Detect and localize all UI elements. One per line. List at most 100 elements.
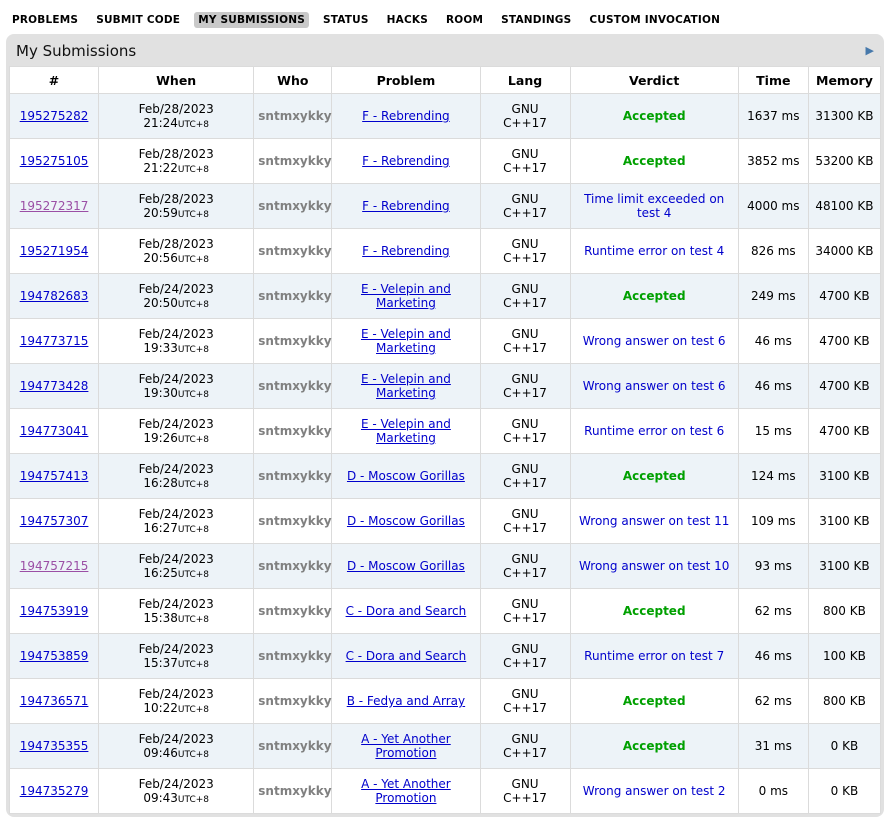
submission-row: 194757215 Feb/24/202316:25UTC+8 sntmxykk…: [10, 544, 881, 589]
submission-author-link[interactable]: sntmxykky: [258, 334, 331, 348]
submission-verdict-cell: Accepted: [570, 724, 738, 769]
submission-author-link[interactable]: sntmxykky: [258, 109, 331, 123]
submission-author-link[interactable]: sntmxykky: [258, 694, 331, 708]
submission-when-cell: Feb/24/202316:27UTC+8: [99, 499, 254, 544]
problem-link[interactable]: F - Rebrending: [362, 244, 450, 258]
submission-id-link[interactable]: 195271954: [20, 244, 89, 258]
nav-item-hacks[interactable]: HACKS: [383, 12, 432, 28]
nav-item-my-submissions[interactable]: MY SUBMISSIONS: [194, 12, 309, 28]
submission-author-link[interactable]: sntmxykky: [258, 559, 331, 573]
submission-author-cell: sntmxykky: [254, 364, 332, 409]
submission-when-cell: Feb/28/202320:59UTC+8: [99, 184, 254, 229]
submission-author-cell: sntmxykky: [254, 139, 332, 184]
problem-link[interactable]: F - Rebrending: [362, 109, 450, 123]
submission-id-link[interactable]: 194753919: [20, 604, 89, 618]
submission-author-cell: sntmxykky: [254, 634, 332, 679]
problem-link[interactable]: C - Dora and Search: [346, 649, 467, 663]
problem-link[interactable]: D - Moscow Gorillas: [347, 469, 465, 483]
nav-item-status[interactable]: STATUS: [319, 12, 373, 28]
submission-problem-cell: F - Rebrending: [332, 229, 480, 274]
submission-verdict-cell: Runtime error on test 4: [570, 229, 738, 274]
submission-id-link[interactable]: 194753859: [20, 649, 89, 663]
collapse-arrow-icon[interactable]: ▶: [866, 45, 874, 56]
submission-lang: GNU C++17: [499, 462, 551, 490]
column-header-time: Time: [738, 67, 808, 94]
problem-link[interactable]: F - Rebrending: [362, 199, 450, 213]
submission-row: 194757413 Feb/24/202316:28UTC+8 sntmxykk…: [10, 454, 881, 499]
submission-id-link[interactable]: 194735279: [20, 784, 89, 798]
submission-id-link[interactable]: 194735355: [20, 739, 89, 753]
submission-problem-cell: F - Rebrending: [332, 139, 480, 184]
submission-time-of-day: 16:27: [143, 521, 178, 535]
problem-link[interactable]: B - Fedya and Array: [347, 694, 465, 708]
submission-author-link[interactable]: sntmxykky: [258, 784, 331, 798]
submission-id-link[interactable]: 194736571: [20, 694, 89, 708]
submission-date: Feb/24/2023: [139, 282, 214, 296]
submission-problem-cell: A - Yet Another Promotion: [332, 769, 480, 814]
submission-row: 194773715 Feb/24/202319:33UTC+8 sntmxykk…: [10, 319, 881, 364]
submission-author-link[interactable]: sntmxykky: [258, 514, 331, 528]
submission-exec-time-cell: 1637 ms: [738, 94, 808, 139]
submission-row: 194735355 Feb/24/202309:46UTC+8 sntmxykk…: [10, 724, 881, 769]
column-header-verdict: Verdict: [570, 67, 738, 94]
submission-problem-cell: D - Moscow Gorillas: [332, 454, 480, 499]
submission-author-link[interactable]: sntmxykky: [258, 604, 331, 618]
submission-problem-cell: A - Yet Another Promotion: [332, 724, 480, 769]
submission-id-link[interactable]: 195275282: [20, 109, 89, 123]
submission-date: Feb/24/2023: [139, 417, 214, 431]
nav-item-room[interactable]: ROOM: [442, 12, 487, 28]
submission-time-of-day: 21:22: [143, 161, 178, 175]
submission-verdict: Accepted: [623, 604, 686, 618]
submission-author-link[interactable]: sntmxykky: [258, 379, 331, 393]
submission-lang: GNU C++17: [499, 147, 551, 175]
submission-id-cell: 194757307: [10, 499, 99, 544]
submission-author-cell: sntmxykky: [254, 454, 332, 499]
submission-author-link[interactable]: sntmxykky: [258, 199, 331, 213]
submission-exec-time-cell: 46 ms: [738, 634, 808, 679]
nav-item-standings[interactable]: STANDINGS: [497, 12, 575, 28]
submission-id-link[interactable]: 194757215: [20, 559, 89, 573]
submission-id-link[interactable]: 194773715: [20, 334, 89, 348]
submission-id-link[interactable]: 195275105: [20, 154, 89, 168]
problem-link[interactable]: F - Rebrending: [362, 154, 450, 168]
submission-id-link[interactable]: 194773428: [20, 379, 89, 393]
problem-link[interactable]: E - Velepin and Marketing: [361, 372, 451, 400]
submission-date: Feb/24/2023: [139, 462, 214, 476]
submission-author-link[interactable]: sntmxykky: [258, 469, 331, 483]
submission-author-link[interactable]: sntmxykky: [258, 649, 331, 663]
submission-id-link[interactable]: 194757413: [20, 469, 89, 483]
nav-item-problems[interactable]: PROBLEMS: [8, 12, 82, 28]
submission-timezone: UTC+8: [178, 570, 209, 580]
second-level-menu: PROBLEMS SUBMIT CODE MY SUBMISSIONS STATUS H…: [0, 0, 890, 34]
problem-link[interactable]: E - Velepin and Marketing: [361, 417, 451, 445]
submission-date: Feb/28/2023: [139, 192, 214, 206]
submission-when-cell: Feb/28/202321:24UTC+8: [99, 94, 254, 139]
submission-exec-time-cell: 93 ms: [738, 544, 808, 589]
submission-exec-time-cell: 3852 ms: [738, 139, 808, 184]
submission-author-link[interactable]: sntmxykky: [258, 289, 331, 303]
problem-link[interactable]: E - Velepin and Marketing: [361, 282, 451, 310]
submission-date: Feb/28/2023: [139, 102, 214, 116]
submission-author-cell: sntmxykky: [254, 184, 332, 229]
submission-author-link[interactable]: sntmxykky: [258, 244, 331, 258]
submission-id-cell: 194773041: [10, 409, 99, 454]
submission-exec-time-cell: 15 ms: [738, 409, 808, 454]
submission-author-link[interactable]: sntmxykky: [258, 154, 331, 168]
nav-item-custom-invocation[interactable]: CUSTOM INVOCATION: [585, 12, 724, 28]
submission-id-link[interactable]: 195272317: [20, 199, 89, 213]
nav-item-submit-code[interactable]: SUBMIT CODE: [92, 12, 184, 28]
submission-author-cell: sntmxykky: [254, 229, 332, 274]
problem-link[interactable]: D - Moscow Gorillas: [347, 514, 465, 528]
submission-id-link[interactable]: 194782683: [20, 289, 89, 303]
submission-id-link[interactable]: 194773041: [20, 424, 89, 438]
submission-id-link[interactable]: 194757307: [20, 514, 89, 528]
submission-author-link[interactable]: sntmxykky: [258, 424, 331, 438]
submission-verdict: Accepted: [623, 739, 686, 753]
problem-link[interactable]: D - Moscow Gorillas: [347, 559, 465, 573]
submission-author-link[interactable]: sntmxykky: [258, 739, 331, 753]
problem-link[interactable]: E - Velepin and Marketing: [361, 327, 451, 355]
problem-link[interactable]: C - Dora and Search: [346, 604, 467, 618]
problem-link[interactable]: A - Yet Another Promotion: [361, 777, 451, 805]
problem-link[interactable]: A - Yet Another Promotion: [361, 732, 451, 760]
page-title: My Submissions: [16, 42, 136, 60]
